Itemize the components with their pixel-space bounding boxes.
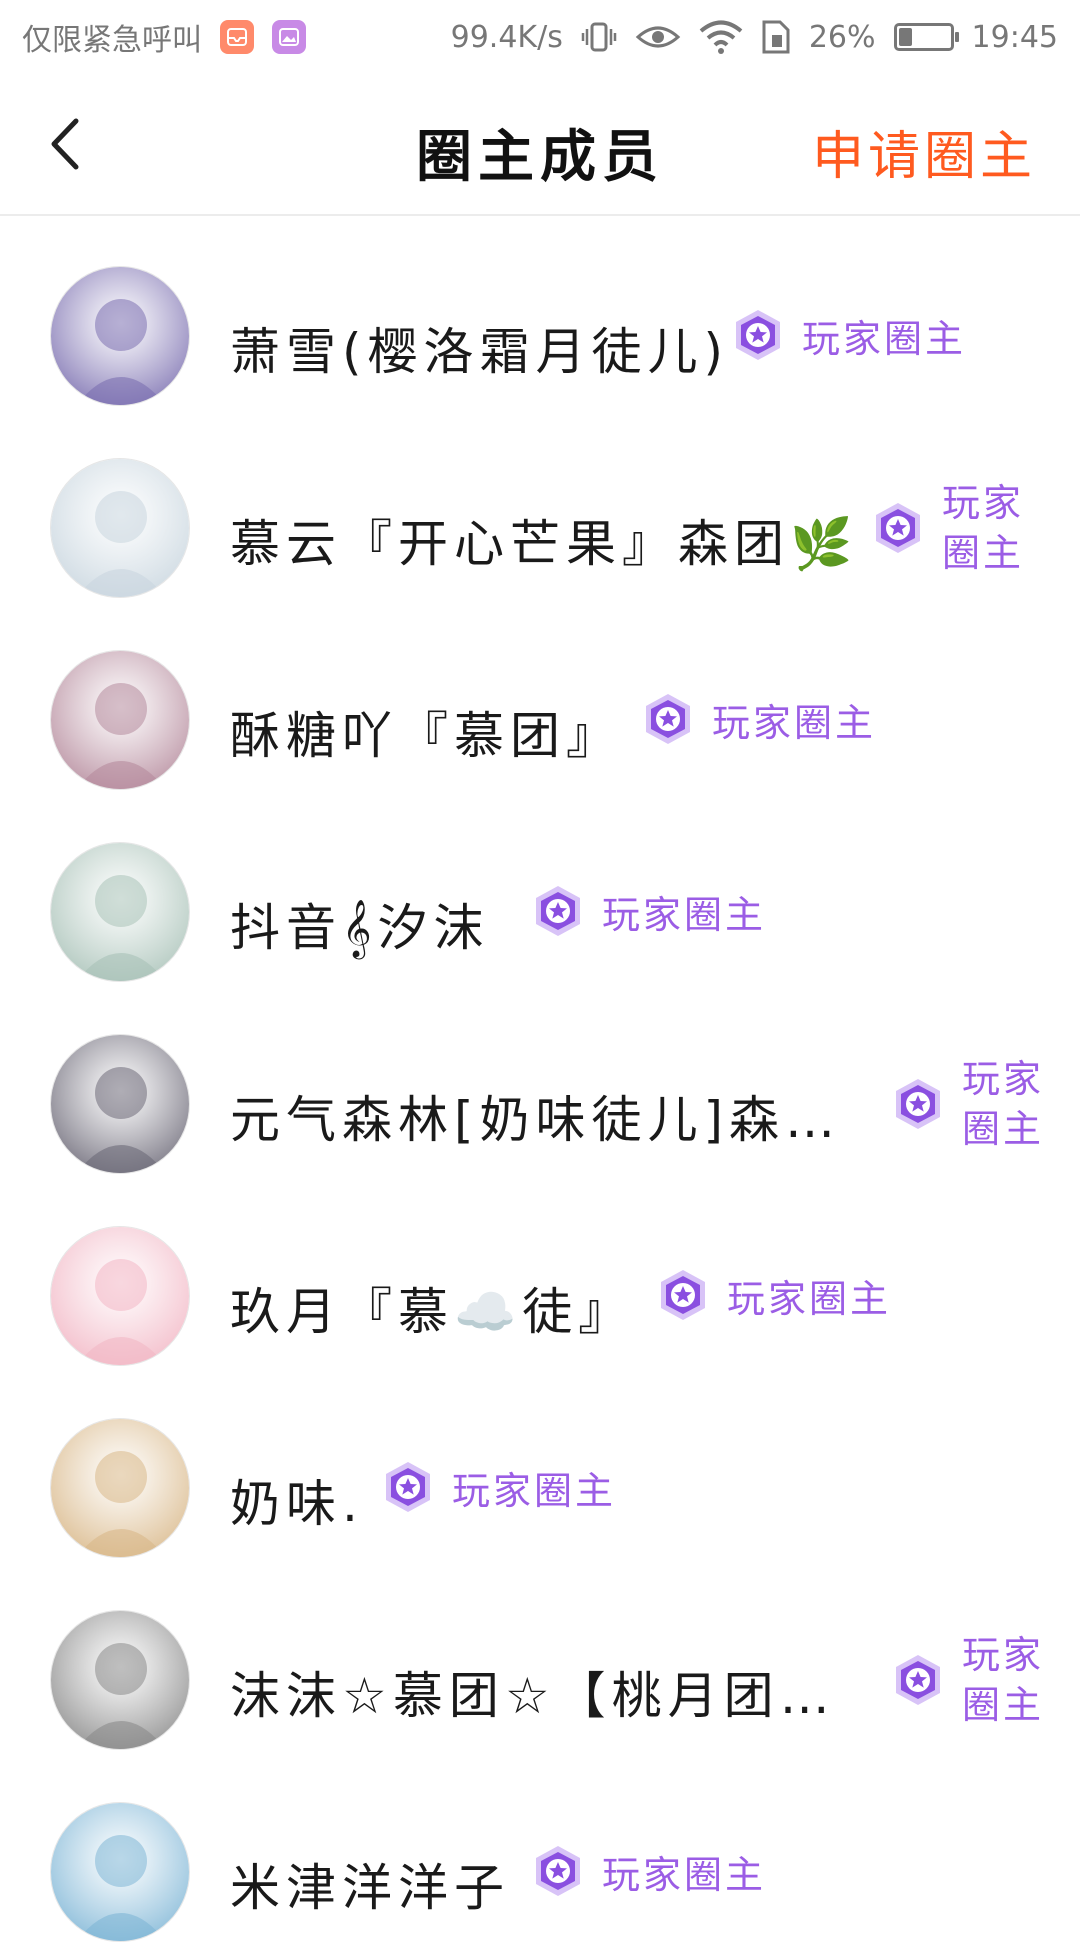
network-speed: 99.4K/s [450,19,563,55]
avatar[interactable] [50,266,190,406]
star-badge-icon [876,503,920,553]
star-badge-icon [896,1655,940,1705]
avatar[interactable] [50,458,190,598]
battery-icon [893,23,959,51]
member-name[interactable]: 沫沫☆慕团☆【桃月团… [230,1656,836,1728]
member-row[interactable]: 玖月『慕☁️徒』 玩家圈主 [0,1176,1080,1368]
star-badge-icon [896,1079,940,1129]
badge-label: 玩家圈主 [727,1276,892,1321]
apply-circle-owner-button[interactable]: 申请圈主 [812,114,1036,189]
avatar[interactable] [50,1610,190,1750]
member-name[interactable]: 抖音𝄞汐沫 [230,888,490,960]
nav-bar: 圈主成员 申请圈主 [0,74,1080,216]
circle-owner-badge: 玩家圈主 [640,691,876,747]
wifi-icon [699,20,743,54]
star-badge-icon [736,310,780,360]
avatar[interactable] [50,650,190,790]
circle-owner-badge: 玩家圈主 [870,478,1042,578]
badge-label: 玩家圈主 [452,1468,617,1513]
badge-label: 玩家圈主 [962,1633,1045,1727]
member-name[interactable]: 玖月『慕☁️徒』 [230,1272,634,1344]
star-badge-icon [386,1462,430,1512]
status-bar: 仅限紧急呼叫 99.4K/s 26% 19:45 [0,0,1080,74]
gallery-app-icon [272,20,306,54]
badge-label: 玩家圈主 [802,316,967,361]
avatar[interactable] [50,1034,190,1174]
circle-owner-badge: 玩家圈主 [890,1054,1062,1154]
star-badge-icon [646,694,690,744]
badge-label: 玩家圈主 [942,481,1025,575]
circle-owner-badge: 玩家圈主 [380,1459,616,1515]
member-name[interactable]: 酥糖吖『慕团』 [230,696,622,768]
sim-signal-icon [761,19,791,55]
star-badge-icon [661,1270,705,1320]
circle-owner-badge: 玩家圈主 [530,883,766,939]
clock: 19:45 [971,19,1058,55]
member-name[interactable]: 米津洋洋子 [230,1848,510,1920]
star-badge-icon [536,1846,580,1896]
avatar[interactable] [50,1802,190,1942]
member-name[interactable]: 慕云『开心芒果』森团🌿 [230,504,858,576]
badge-label: 玩家圈主 [602,1852,767,1897]
eye-icon [635,21,681,53]
mail-app-icon [220,20,254,54]
badge-label: 玩家圈主 [962,1057,1045,1151]
circle-owner-badge: 玩家圈主 [655,1267,891,1323]
member-row[interactable]: 抖音𝄞汐沫 玩家圈主 [0,792,1080,984]
carrier-text: 仅限紧急呼叫 [22,23,202,58]
member-row[interactable]: 元气森林[奶味徒儿]森… 玩家圈主 [0,984,1080,1176]
member-list: 萧雪(樱洛霜月徒儿) 玩家圈主 慕云『开心芒果』森团🌿 玩家圈主 酥糖吖『慕团』 玩家圈主… [0,216,1080,1944]
badge-label: 玩家圈主 [602,892,767,937]
circle-owner-badge: 玩家圈主 [530,1843,766,1899]
battery-percent: 26% [808,19,876,55]
member-name[interactable]: 萧雪(樱洛霜月徒儿) [230,312,729,384]
member-row[interactable]: 酥糖吖『慕团』 玩家圈主 [0,600,1080,792]
circle-owner-badge: 玩家圈主 [890,1630,1062,1730]
circle-owner-badge: 玩家圈主 [730,307,966,363]
avatar[interactable] [50,842,190,982]
member-row[interactable]: 萧雪(樱洛霜月徒儿) 玩家圈主 [0,216,1080,408]
badge-label: 玩家圈主 [712,700,877,745]
member-name[interactable]: 奶味. [230,1464,364,1536]
member-row[interactable]: 慕云『开心芒果』森团🌿 玩家圈主 [0,408,1080,600]
star-badge-icon [536,886,580,936]
member-name[interactable]: 元气森林[奶味徒儿]森… [230,1080,841,1152]
avatar[interactable] [50,1226,190,1366]
member-row[interactable]: 奶味. 玩家圈主 [0,1368,1080,1560]
vibrate-icon [581,19,617,55]
avatar[interactable] [50,1418,190,1558]
member-row[interactable]: 米津洋洋子 玩家圈主 [0,1752,1080,1944]
member-row[interactable]: 沫沫☆慕团☆【桃月团… 玩家圈主 [0,1560,1080,1752]
